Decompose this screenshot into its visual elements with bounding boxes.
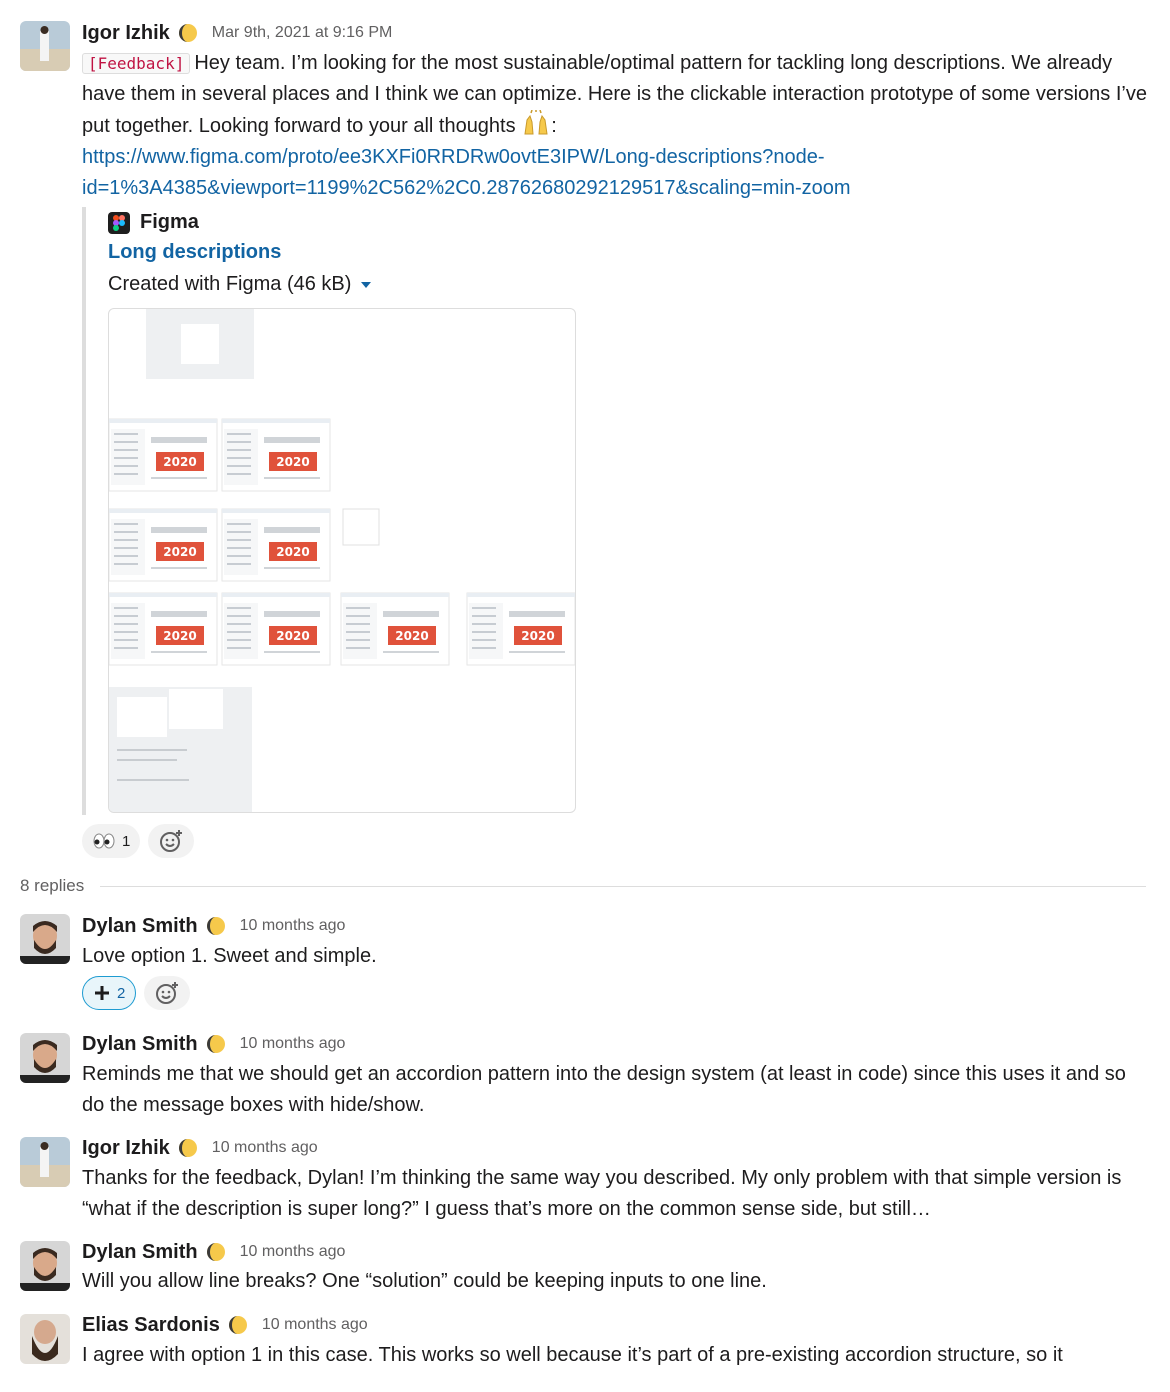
moon-status-icon [206, 1243, 225, 1261]
timestamp[interactable]: 10 months ago [240, 917, 346, 935]
timestamp[interactable]: 10 months ago [212, 1139, 318, 1157]
reaction-plus-one[interactable]: 2 [82, 976, 137, 1010]
author-name[interactable]: Igor Izhik [82, 1137, 170, 1160]
figma-logo-icon [108, 211, 130, 234]
timestamp[interactable]: Mar 9th, 2021 at 9:16 PM [212, 24, 393, 42]
author-name[interactable]: Elias Sardonis [82, 1314, 220, 1337]
prototype-frame-thumbnail: 2020 [109, 508, 218, 582]
unfurl-source: Figma [140, 211, 199, 233]
avatar[interactable] [20, 21, 70, 71]
eyes-icon [93, 833, 115, 849]
add-reaction-button[interactable] [148, 824, 195, 858]
add-emoji-icon [156, 982, 179, 1004]
prototype-frame-thumbnail: 2020 [221, 592, 331, 666]
avatar[interactable] [20, 1241, 70, 1291]
unfurl-title[interactable]: Long descriptions [108, 241, 281, 264]
divider [100, 885, 1146, 887]
message-text: Thanks for the feedback, Dylan! I’m thin… [82, 1167, 1122, 1220]
timestamp[interactable]: 10 months ago [240, 1243, 346, 1261]
feedback-tag: [Feedback] [82, 53, 191, 74]
raised-hands-icon [524, 110, 548, 135]
figma-link[interactable]: https://www.figma.com/proto/ee3KXFi0RRDR… [82, 146, 851, 199]
author-name[interactable]: Dylan Smith [82, 915, 198, 938]
svg-text:2020: 2020 [163, 629, 196, 643]
prototype-frame-thumbnail: 2020 [221, 418, 331, 492]
message-text: I agree with option 1 in this case. This… [82, 1344, 1063, 1366]
link-unfurl: Figma Long descriptions Created with Fig… [82, 207, 582, 815]
add-reaction-button[interactable] [144, 976, 191, 1010]
thread-divider: 8 replies [20, 876, 1146, 896]
reaction-eyes[interactable]: 1 [82, 824, 141, 858]
svg-text:2020: 2020 [276, 629, 309, 643]
message-text: Love option 1. Sweet and simple. [82, 945, 377, 967]
avatar[interactable] [20, 1314, 70, 1364]
prototype-frame-thumbnail: 2020 [466, 592, 575, 666]
svg-text:2020: 2020 [276, 545, 309, 559]
file-meta-label: Created with Figma (46 kB) [108, 273, 352, 295]
svg-text:2020: 2020 [521, 629, 554, 643]
prototype-frame-thumbnail: 2020 [340, 592, 450, 666]
avatar[interactable] [20, 1137, 70, 1187]
moon-status-icon [206, 917, 225, 935]
svg-text:2020: 2020 [163, 455, 196, 469]
message-body-end: : [551, 115, 557, 137]
svg-text:2020: 2020 [395, 629, 428, 643]
message-text: [Feedback] Hey team. I’m looking for the … [82, 48, 1152, 204]
prototype-frame-thumbnail: 2020 [109, 592, 218, 666]
message-body: Hey team. I’m looking for the most susta… [82, 52, 1147, 137]
preview-thumbnails: 2020 2020 2020 2020 2020 2020 2020 2020 [109, 309, 575, 812]
message-text: Reminds me that we should get an accordi… [82, 1063, 1126, 1116]
reaction-count: 2 [117, 984, 126, 1002]
avatar[interactable] [20, 914, 70, 964]
author-name[interactable]: Dylan Smith [82, 1033, 198, 1056]
add-emoji-icon [160, 830, 183, 852]
moon-status-icon [206, 1035, 225, 1053]
chevron-down-icon[interactable] [361, 281, 372, 288]
plus-icon [95, 986, 109, 1000]
prototype-frame-thumbnail: 2020 [109, 418, 218, 492]
moon-status-icon [178, 1139, 197, 1157]
author-name[interactable]: Igor Izhik [82, 22, 170, 45]
svg-text:2020: 2020 [276, 455, 309, 469]
figma-preview-image[interactable]: 2020 2020 2020 2020 2020 2020 2020 2020 [108, 308, 576, 813]
reaction-count: 1 [122, 832, 131, 850]
avatar[interactable] [20, 1033, 70, 1083]
file-meta[interactable]: Created with Figma (46 kB) [108, 273, 372, 296]
timestamp[interactable]: 10 months ago [262, 1316, 368, 1334]
timestamp[interactable]: 10 months ago [240, 1035, 346, 1053]
replies-count[interactable]: 8 replies [20, 876, 84, 896]
svg-text:2020: 2020 [163, 545, 196, 559]
author-name[interactable]: Dylan Smith [82, 1241, 198, 1264]
moon-status-icon [178, 24, 197, 42]
message-text: Will you allow line breaks? One “solutio… [82, 1270, 767, 1292]
prototype-frame-thumbnail: 2020 [221, 508, 331, 582]
moon-status-icon [228, 1316, 247, 1334]
